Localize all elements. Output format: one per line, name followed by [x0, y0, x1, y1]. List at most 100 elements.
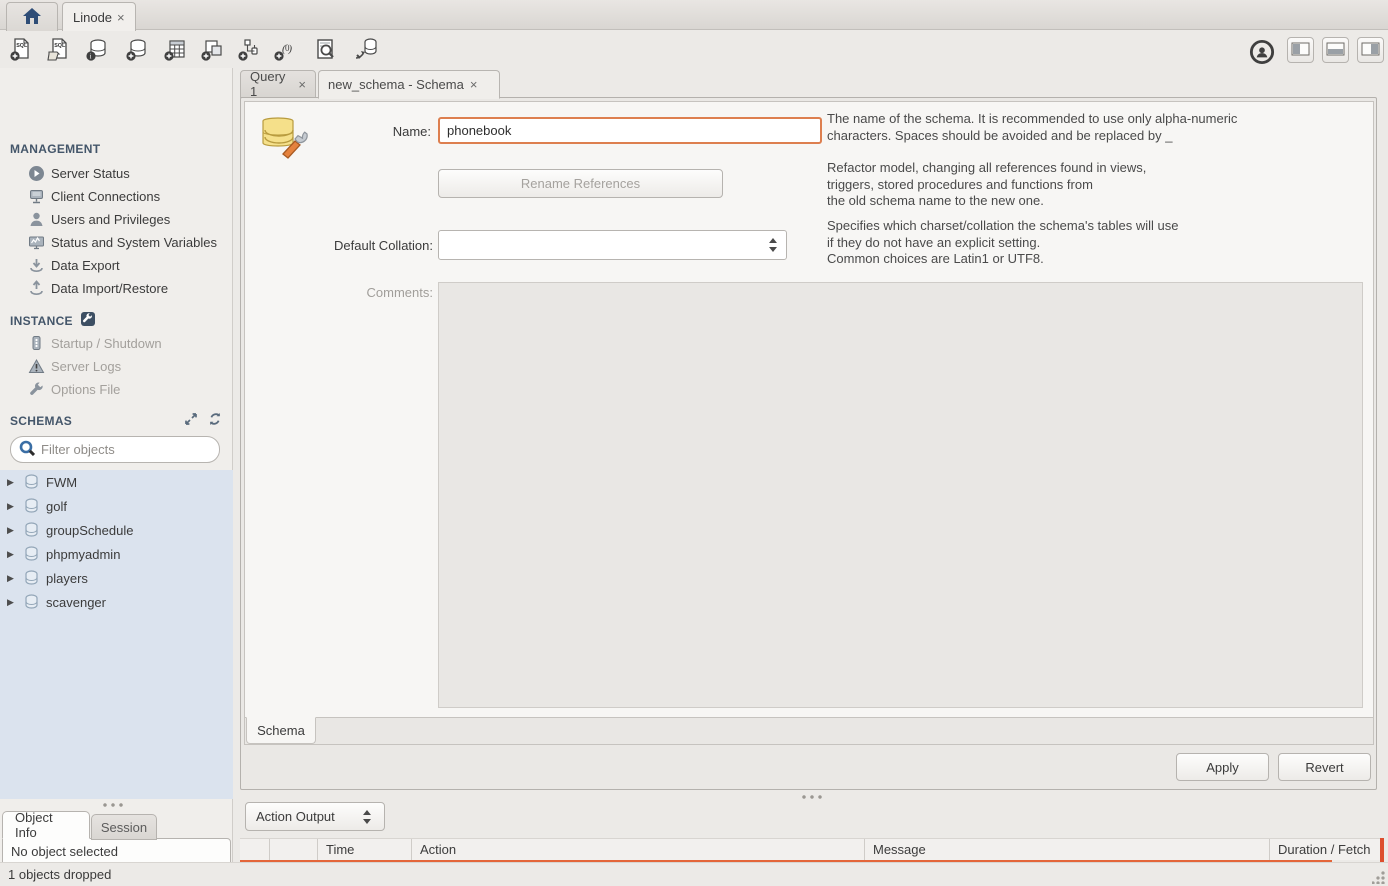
- home-icon: [22, 7, 42, 28]
- sidebar-item-startup-shutdown[interactable]: Startup / Shutdown: [0, 333, 233, 353]
- resize-grip[interactable]: [1372, 870, 1386, 884]
- schema-list: ▶ FWM ▶ golf ▶ groupSchedule ▶ phpmyadmi…: [0, 470, 233, 799]
- sidebar-item-data-import[interactable]: Data Import/Restore: [0, 278, 233, 298]
- object-info-text: No object selected: [11, 844, 118, 859]
- schema-item-phpmyadmin[interactable]: ▶ phpmyadmin: [0, 542, 233, 566]
- schemas-section-title: SCHEMAS: [10, 414, 72, 428]
- toggle-bottom-panel-button[interactable]: [1322, 37, 1349, 63]
- schema-filter-input[interactable]: [41, 442, 201, 457]
- schema-icon: [23, 594, 40, 611]
- tab-object-info[interactable]: Object Info: [2, 811, 90, 839]
- server-logs-icon: [28, 358, 45, 375]
- sidebar-item-status-variables[interactable]: Status and System Variables: [0, 232, 233, 252]
- create-table-icon[interactable]: [162, 36, 190, 64]
- revert-button[interactable]: Revert: [1278, 753, 1371, 781]
- toggle-right-sidebar-button[interactable]: [1357, 37, 1384, 63]
- collation-select[interactable]: [438, 230, 787, 260]
- svg-text:0: 0: [285, 43, 290, 53]
- output-col-icon: [240, 839, 270, 860]
- schema-icon: [23, 498, 40, 515]
- schema-inspector-icon[interactable]: i: [84, 36, 112, 64]
- status-text: 1 objects dropped: [8, 867, 111, 882]
- create-view-icon[interactable]: [199, 36, 227, 64]
- sidebar-item-data-export[interactable]: Data Export: [0, 255, 233, 275]
- output-col-time[interactable]: Time: [318, 839, 412, 860]
- expander-icon[interactable]: ▶: [7, 501, 17, 512]
- sidebar-item-server-logs[interactable]: Server Logs: [0, 356, 233, 376]
- close-icon[interactable]: ×: [470, 78, 478, 91]
- expander-icon[interactable]: ▶: [7, 549, 17, 560]
- create-function-icon[interactable]: ( )0: [272, 36, 300, 64]
- toggle-left-sidebar-button[interactable]: [1287, 37, 1314, 63]
- home-tab[interactable]: [6, 2, 58, 31]
- status-bar: 1 objects dropped: [0, 862, 1388, 886]
- expand-schemas-icon[interactable]: [184, 412, 198, 429]
- sidebar-item-label: Options File: [51, 382, 120, 397]
- schema-icon: [23, 522, 40, 539]
- search-icon: [19, 440, 35, 459]
- sidebar-item-label: Startup / Shutdown: [51, 336, 162, 351]
- tab-label: Session: [101, 820, 147, 835]
- create-procedure-icon[interactable]: [236, 36, 264, 64]
- output-col-duration[interactable]: Duration / Fetch: [1270, 839, 1381, 860]
- schema-item-label: phpmyadmin: [46, 547, 120, 562]
- expander-icon[interactable]: ▶: [7, 597, 17, 608]
- expander-icon[interactable]: ▶: [7, 477, 17, 488]
- svg-text:SQL: SQL: [16, 43, 28, 49]
- sidebar-item-client-connections[interactable]: Client Connections: [0, 186, 233, 206]
- collation-help-text: Specifies which charset/collation the sc…: [827, 218, 1347, 268]
- output-selector[interactable]: Action Output: [245, 802, 385, 831]
- schema-item-label: scavenger: [46, 595, 106, 610]
- reconnect-dbms-icon[interactable]: [352, 36, 380, 64]
- schema-item-players[interactable]: ▶ players: [0, 566, 233, 590]
- data-export-icon: [28, 257, 45, 274]
- connection-tab[interactable]: Linode ×: [62, 2, 136, 31]
- output-col-message[interactable]: Message: [865, 839, 1270, 860]
- sidebar-item-options-file[interactable]: Options File: [0, 379, 233, 399]
- schema-item-fwm[interactable]: ▶ FWM: [0, 470, 233, 494]
- tab-query-1[interactable]: Query 1 ×: [240, 70, 316, 98]
- close-icon[interactable]: ×: [298, 78, 306, 91]
- tab-label: Schema: [257, 723, 305, 738]
- schema-name-input[interactable]: [438, 117, 822, 144]
- new-sql-tab-icon[interactable]: SQL: [8, 36, 36, 64]
- expander-icon[interactable]: ▶: [7, 525, 17, 536]
- tab-schema[interactable]: Schema: [246, 717, 316, 744]
- tab-label: Object Info: [15, 810, 77, 840]
- search-table-data-icon[interactable]: [312, 36, 340, 64]
- schema-item-groupschedule[interactable]: ▶ groupSchedule: [0, 518, 233, 542]
- schema-item-scavenger[interactable]: ▶ scavenger: [0, 590, 233, 614]
- open-sql-script-icon[interactable]: SQL: [46, 36, 74, 64]
- sidebar-item-server-status[interactable]: Server Status: [0, 163, 233, 183]
- tab-session[interactable]: Session: [91, 814, 157, 840]
- comments-textarea[interactable]: [438, 282, 1363, 708]
- schema-item-golf[interactable]: ▶ golf: [0, 494, 233, 518]
- schema-icon: [23, 546, 40, 563]
- name-help-text: The name of the schema. It is recommende…: [827, 111, 1347, 144]
- close-icon[interactable]: ×: [117, 11, 125, 24]
- schema-item-label: FWM: [46, 475, 77, 490]
- name-label: Name:: [305, 124, 431, 139]
- collation-label: Default Collation:: [305, 238, 433, 253]
- schema-icon: [23, 570, 40, 587]
- output-selector-label: Action Output: [256, 809, 335, 824]
- apply-button[interactable]: Apply: [1176, 753, 1269, 781]
- output-splitter[interactable]: [801, 795, 823, 799]
- tab-new-schema[interactable]: new_schema - Schema ×: [318, 70, 500, 99]
- mysql-workbench-window: Linode × SQL SQL i ( )0 MANAGEMENT Serve…: [0, 0, 1388, 886]
- schema-editor-panel: Name: The name of the schema. It is reco…: [240, 97, 1377, 790]
- toggle-bottom-panel-icon: [1326, 42, 1345, 59]
- expander-icon[interactable]: ▶: [7, 573, 17, 584]
- comments-label: Comments:: [305, 285, 433, 300]
- create-schema-icon[interactable]: [124, 36, 152, 64]
- schema-item-label: golf: [46, 499, 67, 514]
- schema-filter: [10, 436, 220, 463]
- toggle-right-sidebar-icon: [1361, 42, 1380, 59]
- data-import-icon: [28, 280, 45, 297]
- refresh-schemas-icon[interactable]: [208, 412, 222, 429]
- instance-config-icon[interactable]: [80, 311, 96, 330]
- sidebar-item-users-privileges[interactable]: Users and Privileges: [0, 209, 233, 229]
- output-col-action[interactable]: Action: [412, 839, 865, 860]
- rename-references-button[interactable]: Rename References: [438, 169, 723, 198]
- schema-item-label: players: [46, 571, 88, 586]
